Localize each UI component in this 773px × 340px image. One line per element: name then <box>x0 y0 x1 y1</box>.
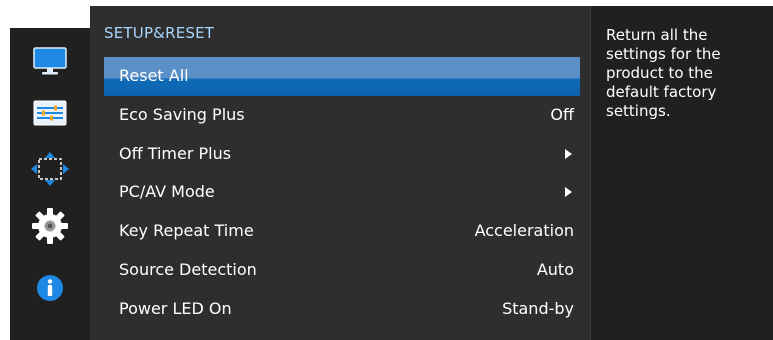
monitor-osd: SETUP&RESET Reset All Eco Saving Plus Off O… <box>0 0 773 340</box>
menu-item-label: Key Repeat Time <box>119 221 254 241</box>
menu-item-key-repeat-time[interactable]: Key Repeat Time Acceleration <box>104 212 580 251</box>
menu-item-label: Reset All <box>119 66 189 85</box>
information-icon[interactable] <box>26 269 74 307</box>
menu-item-label: Off Timer Plus <box>119 143 232 163</box>
menu-item-off-timer-plus[interactable]: Off Timer Plus <box>104 135 580 174</box>
menu-item-power-led-on[interactable]: Power LED On Stand-by <box>104 290 580 329</box>
menu-item-pc-av-mode[interactable]: PC/AV Mode <box>104 173 580 212</box>
menu-list: Reset All Eco Saving Plus Off Off Timer Plu… <box>104 57 580 329</box>
menu-title: SETUP&RESET <box>104 24 215 42</box>
menu-item-label: Source Detection <box>119 259 257 279</box>
help-panel: Return all the settings for the product … <box>590 6 773 340</box>
menu-item-source-detection[interactable]: Source Detection Auto <box>104 251 580 290</box>
picture-settings-icon[interactable] <box>26 94 74 132</box>
system-gear-icon[interactable] <box>26 207 74 245</box>
menu-item-label: Eco Saving Plus <box>119 104 245 124</box>
submenu-arrow-icon <box>565 148 572 159</box>
menu-item-value: Off <box>550 104 574 124</box>
submenu-arrow-icon <box>565 187 572 198</box>
menu-item-label: Power LED On <box>119 298 232 318</box>
menu-item-value: Acceleration <box>474 221 574 241</box>
setup-reset-menu: SETUP&RESET Reset All Eco Saving Plus Off O… <box>90 6 590 340</box>
monitor-icon[interactable] <box>26 42 74 80</box>
menu-item-value: Stand-by <box>502 298 574 318</box>
category-rail <box>10 28 90 340</box>
help-text: Return all the settings for the product … <box>606 26 721 120</box>
menu-item-label: PC/AV Mode <box>119 182 215 202</box>
menu-item-eco-saving-plus[interactable]: Eco Saving Plus Off <box>104 96 580 135</box>
menu-item-reset-all[interactable]: Reset All <box>104 57 580 96</box>
onscreen-display-icon[interactable] <box>26 150 74 188</box>
menu-item-value: Auto <box>536 259 574 279</box>
